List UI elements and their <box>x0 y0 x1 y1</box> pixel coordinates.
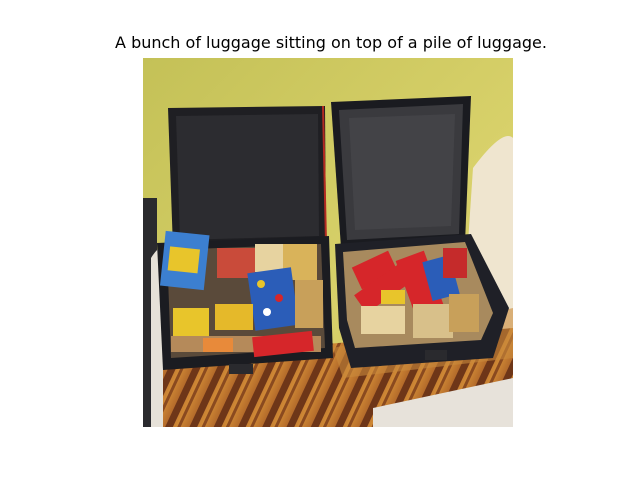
luggage-photo-drawing <box>143 58 513 427</box>
candy-box-yellow <box>173 308 209 336</box>
image-caption: A bunch of luggage sitting on top of a p… <box>115 33 547 52</box>
luggage-photo <box>143 58 513 427</box>
candy-bag-navy <box>247 267 299 331</box>
left-lid-lining <box>176 114 319 240</box>
